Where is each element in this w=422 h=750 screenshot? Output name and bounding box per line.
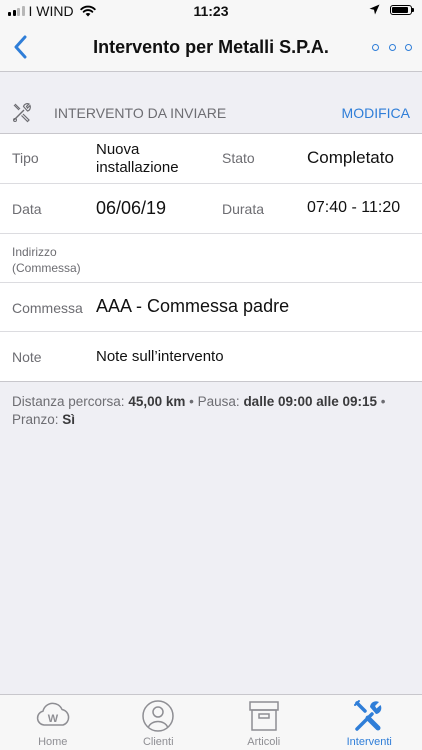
separator: • — [189, 394, 194, 409]
note-label: Note — [12, 349, 42, 365]
edit-button[interactable]: MODIFICA — [342, 105, 410, 121]
row-commessa: Commessa AAA - Commessa padre — [0, 283, 422, 332]
tab-bar: W Home Clienti Articoli Interventi — [0, 694, 422, 750]
tab-label: Home — [38, 736, 68, 748]
stato-label: Stato — [222, 150, 255, 166]
tab-interventi[interactable]: Interventi — [317, 695, 422, 750]
separator: • — [380, 394, 386, 409]
tools-icon — [354, 700, 382, 731]
stato-value: Completato — [307, 148, 394, 167]
distanza-value: 45,00 km — [128, 394, 186, 409]
commessa-value: AAA - Commessa padre — [96, 296, 290, 316]
tipo-label: Tipo — [12, 150, 39, 166]
location-arrow-icon — [369, 4, 380, 15]
row-tipo-stato: Tipo Nuova installazione Stato Completat… — [0, 134, 422, 184]
note-value: Note sull’intervento — [96, 348, 224, 365]
intervention-details: Tipo Nuova installazione Stato Completat… — [0, 134, 422, 382]
durata-label: Durata — [222, 201, 265, 217]
intervention-summary: Distanza percorsa: 45,00 km • Pausa: dal… — [12, 393, 407, 429]
indirizzo-label: Indirizzo (Commessa) — [12, 245, 81, 275]
pranzo-label: Pranzo: — [12, 412, 59, 427]
durata-value: 07:40 - 11:20 — [307, 199, 401, 216]
status-time: 11:23 — [193, 3, 229, 19]
chevron-left-icon — [14, 35, 27, 59]
status-right — [369, 4, 414, 15]
pranzo-value: Sì — [62, 412, 76, 427]
distanza-label: Distanza percorsa: — [12, 394, 125, 409]
more-icon — [372, 43, 412, 51]
data-label: Data — [12, 201, 42, 217]
row-indirizzo: Indirizzo (Commessa) — [0, 234, 422, 283]
svg-text:W: W — [48, 713, 59, 725]
tab-label: Articoli — [247, 736, 281, 748]
row-note: Note Note sull’intervento — [0, 332, 422, 381]
section-title: INTERVENTO DA INVIARE — [54, 105, 227, 121]
battery-icon — [390, 4, 414, 15]
person-icon — [142, 700, 174, 732]
navigation-bar: Intervento per Metalli S.P.A. — [0, 22, 422, 72]
home-w-cloud-icon: W — [36, 702, 70, 726]
tab-clienti[interactable]: Clienti — [106, 695, 212, 750]
pausa-value: dalle 09:00 alle 09:15 — [243, 394, 378, 409]
tipo-value: Nuova installazione — [96, 141, 179, 176]
pausa-label: Pausa: — [197, 394, 240, 409]
section-header: INTERVENTO DA INVIARE MODIFICA — [0, 90, 422, 134]
tab-articoli[interactable]: Articoli — [211, 695, 317, 750]
tab-label: Clienti — [142, 736, 174, 748]
tab-home[interactable]: W Home — [0, 695, 106, 750]
back-button[interactable] — [6, 33, 34, 61]
page-title: Intervento per Metalli S.P.A. — [93, 37, 329, 57]
more-button[interactable] — [372, 38, 412, 56]
box-icon — [249, 701, 279, 731]
row-data-durata: Data 06/06/19 Durata 07:40 - 11:20 — [0, 184, 422, 234]
data-value: 06/06/19 — [96, 198, 167, 218]
tools-icon — [13, 103, 31, 123]
commessa-label: Commessa — [12, 300, 83, 316]
status-bar: I WIND 11:23 — [0, 0, 422, 22]
tab-label: Interventi — [346, 736, 392, 748]
